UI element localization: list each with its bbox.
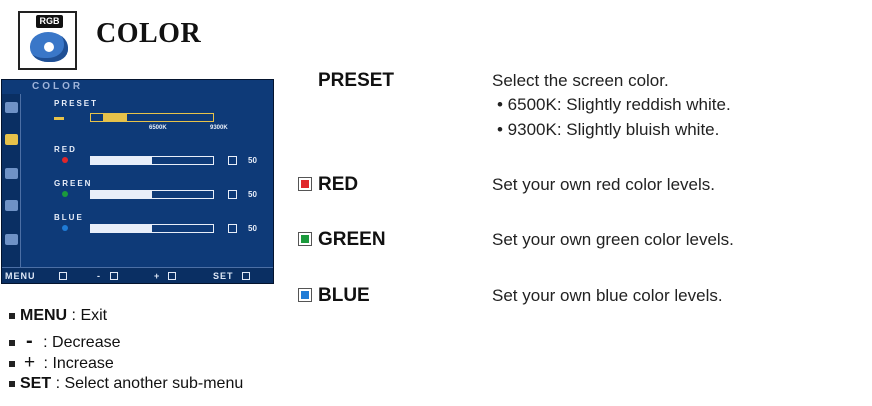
legend-plus-key: +: [24, 352, 36, 373]
osd-blue-slider: [90, 224, 214, 233]
osd-footer-menu: MENU: [5, 271, 36, 281]
osd-special-icon: [5, 234, 18, 245]
osd-green-slider: [90, 190, 214, 199]
osd-preset-slider: [90, 113, 214, 122]
green-swatch-icon: [298, 232, 312, 246]
osd-red-label: RED: [54, 145, 77, 154]
legend-plus-desc: : Increase: [39, 355, 114, 372]
osd-blue-label: BLUE: [54, 213, 84, 222]
osd-footer-set: SET: [213, 271, 234, 281]
osd-footer-minus: -: [97, 271, 101, 281]
legend-set-desc: : Select another sub-menu: [51, 375, 244, 392]
red-term: RED: [318, 174, 359, 195]
osd-setup-icon: [5, 200, 18, 211]
blue-term: BLUE: [318, 285, 370, 306]
legend-minus-desc: : Decrease: [38, 334, 121, 351]
legend-set: SET : Select another sub-menu: [9, 375, 243, 393]
osd-footer-plus: +: [154, 271, 161, 281]
preset-option-9300k: • 9300K: Slightly bluish white.: [497, 120, 720, 139]
blue-swatch-icon: [298, 288, 312, 302]
osd-red-slider: [90, 156, 214, 165]
preset-term: PRESET: [318, 70, 395, 91]
osd-preset-tick-9300k: 9300K: [210, 125, 228, 131]
osd-color-menu: COLOR PRESET 6500K 9300K RED 50 GREEN 50…: [1, 79, 274, 284]
osd-green-dot: [62, 191, 68, 197]
legend-minus: - : Decrease: [9, 330, 120, 353]
osd-blue-dot: [62, 225, 68, 231]
color-palette-icon: RGB: [18, 11, 77, 70]
osd-title: COLOR: [32, 81, 84, 92]
bullet-icon: [9, 380, 15, 387]
osd-footer-plus-button-icon: [168, 272, 176, 280]
osd-footer-set-button-icon: [242, 272, 250, 280]
osd-green-end-box: [228, 190, 237, 199]
osd-color-icon: [5, 134, 18, 145]
osd-red-end-box: [228, 156, 237, 165]
osd-preset-key-icon: [54, 117, 64, 120]
bullet-icon: [9, 360, 15, 367]
green-term: GREEN: [318, 229, 386, 250]
bullet-icon: [9, 312, 15, 319]
osd-blue-value: 50: [248, 224, 257, 233]
osd-preset-label: PRESET: [54, 99, 99, 108]
osd-picture-icon: [5, 102, 18, 113]
rgb-tag: RGB: [36, 15, 63, 28]
osd-red-dot: [62, 157, 68, 163]
legend-menu-desc: : Exit: [67, 307, 108, 324]
legend-menu: MENU : Exit: [9, 307, 107, 325]
bullet-icon: [9, 339, 15, 346]
osd-green-label: GREEN: [54, 179, 93, 188]
legend-plus: + : Increase: [9, 352, 114, 374]
osd-preset-tick-6500k: 6500K: [149, 125, 167, 131]
palette-shape: [30, 32, 68, 62]
legend-set-key: SET: [20, 375, 52, 392]
red-desc: Set your own red color levels.: [492, 175, 715, 194]
preset-option-6500k: • 6500K: Slightly reddish white.: [497, 95, 731, 114]
osd-position-icon: [5, 168, 18, 179]
osd-red-value: 50: [248, 156, 257, 165]
legend-menu-key: MENU: [20, 307, 68, 324]
preset-desc: Select the screen color.: [492, 71, 669, 90]
osd-green-value: 50: [248, 190, 257, 199]
osd-blue-end-box: [228, 224, 237, 233]
osd-footer: MENU - + SET: [2, 267, 273, 283]
page-title: COLOR: [96, 18, 202, 49]
red-swatch-icon: [298, 177, 312, 191]
legend-minus-key: -: [26, 330, 33, 352]
osd-sidebar: [2, 94, 21, 269]
blue-desc: Set your own blue color levels.: [492, 286, 723, 305]
green-desc: Set your own green color levels.: [492, 230, 734, 249]
osd-footer-menu-button-icon: [59, 272, 67, 280]
osd-footer-minus-button-icon: [110, 272, 118, 280]
